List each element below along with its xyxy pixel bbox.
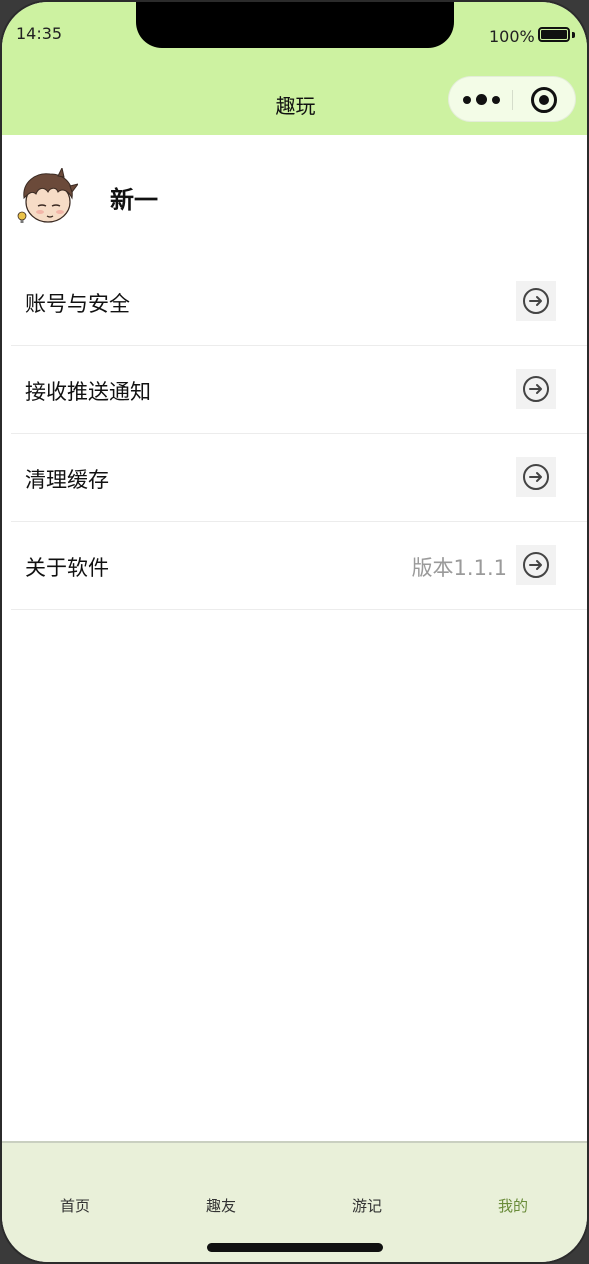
- phone-frame: 14:35 100% 趣玩 新一 账号与安全 接收推送通知 清理缓存 关于软件 …: [0, 0, 589, 1264]
- menu-item-push-notifications[interactable]: 接收推送通知: [11, 346, 587, 434]
- avatar[interactable]: [12, 166, 80, 228]
- notch: [136, 2, 454, 48]
- more-dot: [492, 96, 500, 104]
- arrow-right-circle-glyph: [523, 376, 549, 402]
- close-target-icon[interactable]: [531, 87, 557, 113]
- arrow-right-circle-icon[interactable]: [516, 281, 556, 321]
- tab-home[interactable]: 首页: [2, 1195, 148, 1216]
- home-indicator: [207, 1243, 383, 1252]
- profile-section: 新一: [2, 162, 587, 234]
- battery-tip: [572, 32, 575, 38]
- cartoon-avatar-icon: [17, 166, 80, 223]
- arrow-right-circle-icon[interactable]: [516, 369, 556, 409]
- battery-icon: [538, 27, 570, 42]
- arrow-right-circle-icon[interactable]: [516, 545, 556, 585]
- username: 新一: [110, 186, 158, 214]
- menu-item-clear-cache[interactable]: 清理缓存: [11, 434, 587, 522]
- battery-fill: [541, 30, 567, 39]
- menu-item-label: 关于软件: [25, 556, 109, 580]
- tab-travel-notes[interactable]: 游记: [294, 1195, 440, 1216]
- tab-friends[interactable]: 趣友: [148, 1195, 294, 1216]
- mini-program-capsule: [448, 76, 576, 122]
- more-icon[interactable]: [463, 91, 500, 109]
- more-dot: [476, 94, 487, 105]
- arrow-right-circle-glyph: [523, 464, 549, 490]
- menu-item-label: 接收推送通知: [25, 380, 151, 404]
- status-time: 14:35: [16, 24, 63, 43]
- close-target-dot: [539, 95, 549, 105]
- menu-item-about[interactable]: 关于软件 版本1.1.1: [11, 522, 587, 610]
- arrow-right-circle-glyph: [523, 288, 549, 314]
- battery-percent: 100%: [489, 27, 535, 46]
- more-dot: [463, 96, 471, 104]
- menu-item-label: 清理缓存: [25, 468, 109, 492]
- arrow-right-circle-glyph: [523, 552, 549, 578]
- header: 14:35 100% 趣玩: [2, 2, 587, 135]
- version-text: 版本1.1.1: [411, 556, 507, 580]
- settings-menu: 账号与安全 接收推送通知 清理缓存 关于软件 版本1.1.1: [11, 258, 587, 610]
- capsule-divider: [512, 90, 513, 110]
- tab-mine[interactable]: 我的: [440, 1195, 586, 1216]
- arrow-right-circle-icon[interactable]: [516, 457, 556, 497]
- menu-item-account-security[interactable]: 账号与安全: [11, 258, 587, 346]
- menu-item-label: 账号与安全: [25, 292, 130, 316]
